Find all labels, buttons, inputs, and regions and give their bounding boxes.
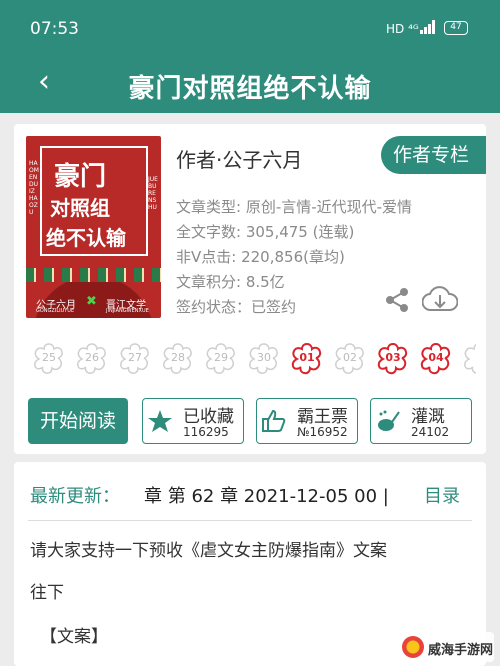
water-count: 24102: [411, 425, 450, 439]
month-badge-label: 01: [299, 351, 315, 364]
favorite-label: 已收藏: [183, 407, 234, 427]
meta-genre: 文章类型: 原创-言情-近代现代-爱情: [176, 198, 413, 216]
thumbs-up-icon: [262, 409, 286, 432]
cover-title-line3: 绝不认输: [46, 226, 126, 250]
month-badge-partial: [462, 341, 476, 375]
month-badge[interactable]: 25: [32, 341, 66, 375]
status-time: 07:53: [30, 19, 79, 39]
month-badge[interactable]: 02: [333, 341, 367, 375]
watermark-text: 威海手游网: [428, 643, 494, 658]
month-badge-label: 02: [343, 351, 357, 364]
status-bar: 07:53 HD ⁴ᴳ 47: [0, 0, 500, 58]
flower-badge-icon: [464, 343, 476, 374]
cover-side-text-right: JUEBURENSHU: [148, 176, 158, 211]
battery-icon: 47: [444, 21, 468, 35]
month-badge-label: 26: [85, 351, 99, 364]
month-badge[interactable]: 28: [161, 341, 195, 375]
meta-score: 文章积分: 8.5亿: [176, 273, 285, 291]
catalog-link[interactable]: 目录: [424, 482, 460, 508]
share-icon[interactable]: [384, 287, 410, 313]
water-button[interactable]: 灌溉 24102: [370, 398, 472, 444]
month-badge-label: 27: [128, 351, 142, 364]
month-badge-label: 28: [171, 351, 185, 364]
month-badge[interactable]: 03: [376, 341, 410, 375]
month-badge[interactable]: 01: [290, 341, 324, 375]
divider: [28, 520, 472, 521]
cover-side-text: HAOMENDUIZHAOZU: [29, 160, 39, 216]
intro-line: 【文案】: [40, 627, 108, 647]
watermark-logo-icon: [402, 636, 424, 658]
month-badge-label: 25: [42, 351, 56, 364]
intro-line: 往下: [30, 583, 64, 603]
month-badge-label: 03: [385, 351, 401, 364]
cover-author-pinyin: GONGZILIUYUE: [36, 308, 75, 314]
meta-contract: 签约状态：已签约: [176, 298, 297, 316]
month-badge-label: 30: [257, 351, 271, 364]
meta-clicks: 非Ⅴ点击: 220,856(章均): [176, 248, 345, 266]
intro-line: 请大家支持一下预收《虐文女主防爆指南》文案: [30, 541, 387, 561]
vote-button[interactable]: 霸王票 №16952: [256, 398, 358, 444]
vote-label: 霸王票: [297, 407, 348, 427]
month-badge[interactable]: 27: [118, 341, 152, 375]
favorite-button[interactable]: 已收藏 116295: [142, 398, 244, 444]
signal-icon: [420, 20, 435, 34]
app-header: ‹ 豪门对照组绝不认输: [0, 58, 500, 113]
book-info-card: HAOMENDUIZHAOZU JUEBURENSHU 豪门 对照组 绝不认输 …: [14, 124, 486, 454]
vote-count: №16952: [297, 425, 348, 439]
cover-title-line1: 豪门: [54, 162, 107, 192]
cover-title-line2: 对照组: [50, 196, 110, 220]
cover-publisher-pinyin: JINJIANGWENXUE: [106, 308, 149, 314]
latest-chapter-link[interactable]: 章 第 62 章 2021-12-05 00 |: [144, 482, 389, 508]
page-title: 豪门对照组绝不认输: [128, 74, 372, 104]
month-badge[interactable]: 04: [419, 341, 453, 375]
watermark: 威海手游网: [398, 632, 494, 662]
month-badge[interactable]: 26: [75, 341, 109, 375]
cloud-download-icon[interactable]: [422, 286, 458, 314]
book-cover[interactable]: HAOMENDUIZHAOZU JUEBURENSHU 豪门 对照组 绝不认输 …: [26, 136, 161, 318]
month-badge-label: 29: [214, 351, 228, 364]
month-badge-label: 04: [428, 351, 444, 364]
month-badge[interactable]: 29: [204, 341, 238, 375]
watering-can-icon: [378, 410, 400, 431]
star-icon: [148, 410, 172, 432]
latest-update-label: 最新更新：: [30, 486, 120, 507]
monthly-badges: 25 26 27 28 29 30 01 02 03 04: [32, 341, 486, 377]
cover-cross: ✖: [86, 294, 97, 309]
network-indicator: HD ⁴ᴳ: [386, 22, 419, 36]
water-label: 灌溉: [411, 407, 445, 427]
cover-stripe: [26, 268, 161, 282]
meta-word-count: 全文字数: 305,475 (连载): [176, 223, 355, 241]
favorite-count: 116295: [183, 425, 229, 439]
author-name[interactable]: 作者·公子六月: [176, 144, 302, 173]
author-column-button[interactable]: 作者专栏: [381, 136, 486, 174]
month-badge[interactable]: 30: [247, 341, 281, 375]
start-reading-button[interactable]: 开始阅读: [28, 398, 128, 444]
